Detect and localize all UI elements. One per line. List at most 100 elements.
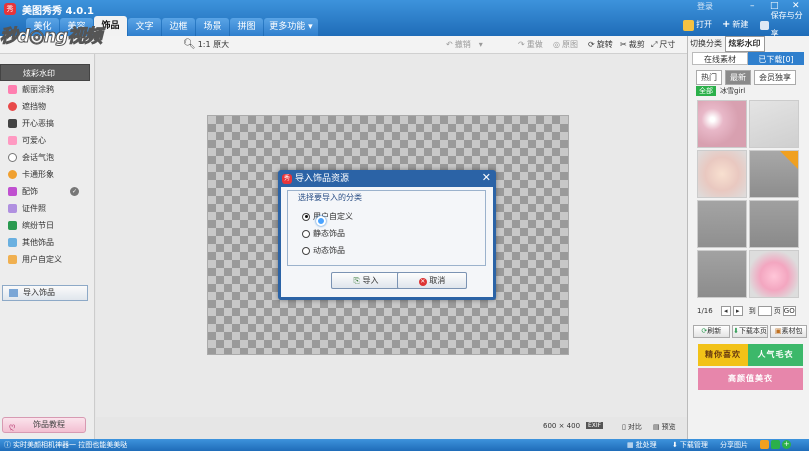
tab-online-material[interactable]: 在线素材: [692, 52, 748, 65]
bow-icon: [8, 187, 17, 196]
sidebar-item-cover[interactable]: 遮挡物: [0, 98, 90, 115]
share-picture-button[interactable]: 分享图片: [720, 440, 748, 450]
import-accessory-dialog: 秀 导入饰品资源 ✕ 选择要导入的分类 用户自定义 静态饰品 动态饰品 ⎘ 导入…: [278, 170, 496, 300]
refresh-button[interactable]: ⟳刷新: [693, 325, 730, 338]
import-accessory-button[interactable]: 导入饰品: [2, 285, 88, 301]
sidebar-item-festival[interactable]: 缤纷节日: [0, 217, 90, 234]
batch-button[interactable]: ▦ 批处理: [627, 440, 657, 450]
material-thumbnail[interactable]: [749, 200, 799, 248]
subtab-vip[interactable]: 会员独享: [754, 70, 796, 85]
doodle-icon: [8, 85, 17, 94]
material-pager: 1/16 ◂ ▸ 到 页 GO: [697, 306, 796, 316]
prev-page-icon[interactable]: ◂: [720, 306, 731, 316]
banner-stylish-outfit[interactable]: 高颜值美衣: [698, 368, 803, 390]
subtab-hot[interactable]: 热门: [696, 70, 722, 85]
sidebar-item-speech-bubble[interactable]: 会话气泡: [0, 149, 90, 166]
material-thumbnail[interactable]: [697, 100, 747, 148]
next-page-icon[interactable]: ▸: [732, 306, 743, 316]
material-thumbnail[interactable]: [749, 100, 799, 148]
download-icon: ⬇: [672, 441, 678, 449]
material-grid: [697, 100, 801, 300]
zoom-original-button[interactable]: 🔍︎ 1:1 原大: [183, 39, 229, 50]
banner-popular-sweater[interactable]: 人气毛衣: [748, 344, 803, 366]
tray-icons: +: [760, 440, 791, 449]
material-pack-button[interactable]: ▣素材包: [770, 325, 808, 338]
new-button[interactable]: + 新建: [722, 16, 748, 34]
minimize-icon[interactable]: –: [750, 1, 755, 11]
material-actions: ⟳刷新 ⬇下载本页 ▣素材包: [693, 325, 808, 338]
filter-all[interactable]: 全部: [696, 86, 716, 96]
accessory-tutorial-button[interactable]: ღ 饰品教程: [2, 417, 86, 433]
bottom-tip[interactable]: ⓘ 实时美颜相机神器一 拉图也能美美哒: [4, 440, 127, 450]
tab-collage[interactable]: 拼图: [230, 18, 263, 36]
radio-selected-icon[interactable]: [302, 212, 310, 221]
chat-icon[interactable]: [771, 440, 780, 449]
save-share-button[interactable]: 保存与分享: [760, 11, 809, 38]
tab-downloaded[interactable]: 已下载[0]: [748, 52, 804, 65]
material-thumbnail[interactable]: [697, 150, 747, 198]
compare-button[interactable]: ▯ 对比: [622, 422, 642, 432]
sidebar-item-id-photo[interactable]: 证件照: [0, 200, 90, 217]
sidebar-item-cute-heart[interactable]: 可爱心: [0, 132, 90, 149]
radio-icon[interactable]: [302, 229, 310, 238]
original-image-button[interactable]: ◎ 原图: [553, 39, 578, 50]
sidebar-item-ornaments[interactable]: 配饰 ✓: [0, 183, 90, 200]
material-thumbnail[interactable]: [749, 250, 799, 298]
sidebar-item-colorful-watermark[interactable]: 炫彩水印: [0, 64, 90, 81]
heart-icon: [8, 136, 17, 145]
import-icon: ⎘: [353, 276, 360, 285]
go-button[interactable]: GO: [782, 306, 796, 316]
exif-badge[interactable]: EXIF: [586, 422, 604, 429]
material-thumbnail[interactable]: [697, 200, 747, 248]
chevron-down-icon[interactable]: ▾: [479, 40, 483, 49]
cancel-button[interactable]: ✕ 取消: [397, 272, 467, 289]
radio-icon[interactable]: [302, 246, 310, 255]
save-icon: [760, 20, 769, 30]
sidebar-item-funny[interactable]: 开心恶搞: [0, 115, 90, 132]
category-select[interactable]: 炫彩水印: [724, 36, 765, 52]
tab-border[interactable]: 边框: [162, 18, 195, 36]
sidebar-item-doodle[interactable]: 靓丽涂鸦: [0, 81, 90, 98]
radio-dynamic-accessory[interactable]: 动态饰品: [302, 245, 345, 256]
other-icon: [8, 238, 17, 247]
sidebar-item-user-custom[interactable]: 用户自定义: [0, 251, 90, 268]
bottom-status-bar: ⓘ 实时美颜相机神器一 拉图也能美美哒 ▦ 批处理 ⬇ 下载管理 分享图片 +: [0, 439, 809, 451]
sidebar-item-other[interactable]: 其他饰品: [0, 234, 90, 251]
open-button[interactable]: 打开: [683, 16, 712, 34]
tab-text[interactable]: 文字: [128, 18, 161, 36]
undo-icon: ↶: [446, 40, 453, 49]
badge-icon: ✓: [70, 187, 79, 196]
filter-tag[interactable]: 冰雪girl: [720, 86, 745, 96]
close-icon[interactable]: ✕: [482, 171, 491, 184]
redo-button[interactable]: ↷ 重做: [518, 39, 543, 50]
download-manager-button[interactable]: ⬇ 下载管理: [672, 440, 708, 450]
rotate-button[interactable]: ⟳ 旋转: [588, 39, 613, 50]
material-thumbnail[interactable]: [749, 150, 799, 198]
subtab-latest[interactable]: 最新: [725, 70, 751, 85]
page-input[interactable]: [757, 306, 772, 316]
tab-scene[interactable]: 场景: [196, 18, 229, 36]
login-link[interactable]: 登录: [697, 1, 713, 12]
category-prompt: 选择要导入的分类: [298, 193, 362, 202]
banner-guess-you-like[interactable]: 精你喜欢: [698, 344, 748, 366]
tab-more-features[interactable]: 更多功能 ▾: [264, 18, 318, 36]
plus-icon: +: [722, 19, 731, 30]
radio-user-custom[interactable]: 用户自定义: [302, 211, 353, 222]
radio-static-accessory[interactable]: 静态饰品: [302, 228, 345, 239]
add-icon[interactable]: +: [782, 440, 791, 449]
mouse-cursor: [316, 216, 326, 226]
cancel-icon: ✕: [418, 278, 427, 286]
preview-button[interactable]: ▤ 预览: [653, 422, 676, 432]
title-bar: 秀 美图秀秀 4.0.1 登录 – □ ✕ 美化 美容 饰品 文字 边框 场景 …: [0, 0, 809, 38]
import-button[interactable]: ⎘ 导入: [331, 272, 401, 289]
festival-icon: [8, 221, 17, 230]
material-thumbnail[interactable]: [697, 250, 747, 298]
undo-button[interactable]: ↶ 撤销 ▾: [446, 39, 483, 50]
size-button[interactable]: ⤢ 尺寸: [651, 39, 675, 50]
dialog-title-bar: 秀 导入饰品资源: [282, 174, 350, 184]
download-page-button[interactable]: ⬇下载本页: [731, 325, 769, 338]
crop-button[interactable]: ✂ 裁剪: [620, 39, 645, 50]
material-tabs: 在线素材 已下载[0]: [692, 52, 804, 65]
user-icon[interactable]: [760, 440, 769, 449]
sidebar-item-cartoon[interactable]: 卡通形象: [0, 166, 90, 183]
